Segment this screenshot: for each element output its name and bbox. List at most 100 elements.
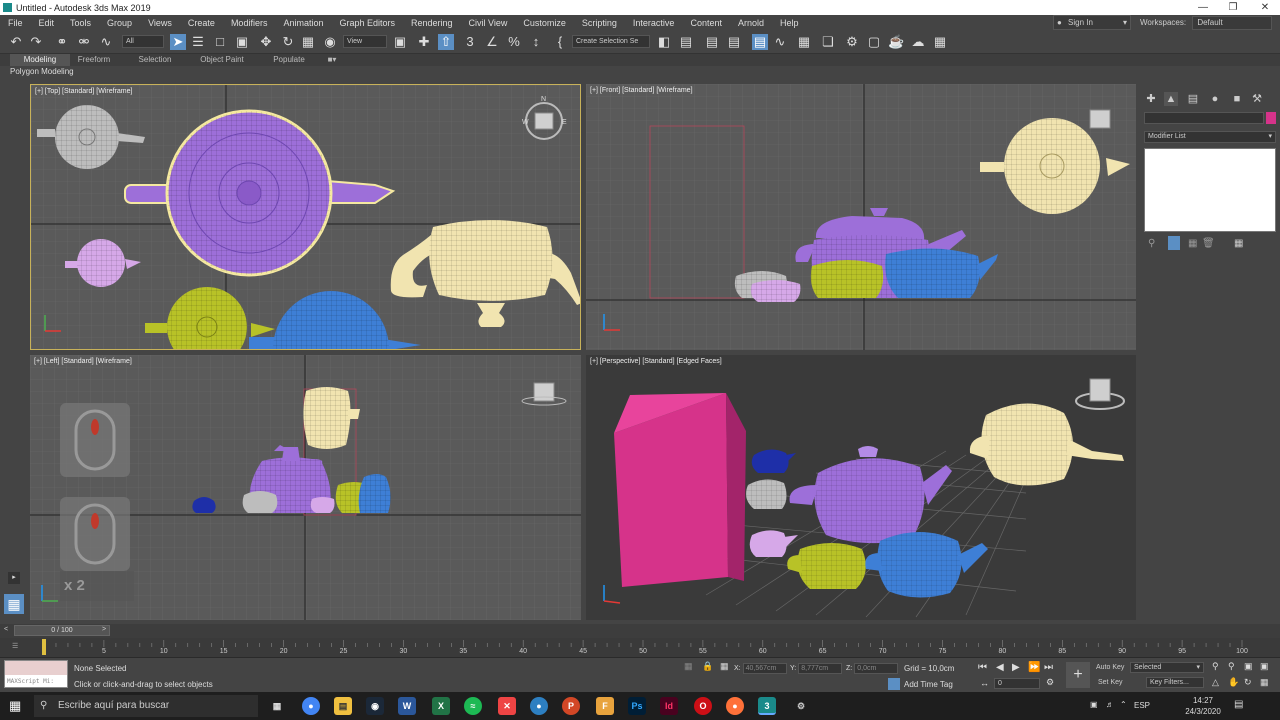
task-view-icon[interactable]: ▦ [268, 697, 286, 715]
tab-object-paint[interactable]: Object Paint [192, 54, 252, 66]
expand-arrow-icon[interactable]: ▸ [8, 572, 20, 584]
next-arrow-icon[interactable]: > [102, 626, 106, 633]
pan-view-icon[interactable]: ✋ [1228, 677, 1239, 688]
tab-modeling[interactable]: Modeling [10, 54, 70, 66]
configure-modifier-sets-icon[interactable]: ▦ [1234, 238, 1243, 249]
chrome-icon[interactable]: ● [302, 697, 320, 715]
play-icon[interactable]: ▶ [1012, 662, 1020, 673]
select-object-icon[interactable]: ➤ [170, 34, 186, 50]
opera-icon[interactable]: O [694, 697, 712, 715]
show-end-result-icon[interactable] [1168, 236, 1180, 250]
render-setup-icon[interactable]: ⚙ [844, 34, 860, 50]
rectangular-selection-icon[interactable]: □ [212, 34, 228, 50]
mirror-icon[interactable]: ◧ [656, 34, 672, 50]
tray-up-arrow-icon[interactable]: ⌃ [1120, 700, 1127, 709]
viewcube-icon[interactable] [1089, 109, 1111, 129]
settings-icon[interactable]: ⚙ [792, 697, 810, 715]
maximize-viewport-icon[interactable]: ▦ [1260, 677, 1269, 688]
menu-group[interactable]: Group [99, 18, 140, 28]
field-of-view-icon[interactable]: △ [1212, 677, 1219, 688]
link-icon[interactable]: ⚭ [54, 34, 70, 50]
render-production-icon[interactable]: ☕ [888, 34, 904, 50]
teapot-yellow-front[interactable] [810, 260, 884, 298]
teapot-grey-persp[interactable] [746, 479, 787, 509]
undo-icon[interactable]: ↶ [8, 34, 24, 50]
steam-icon[interactable]: ◉ [366, 697, 384, 715]
time-configuration-icon[interactable]: ⚙ [1046, 677, 1054, 688]
named-selection-set-dropdown[interactable]: Create Selection Se [572, 35, 650, 48]
modify-tab-icon[interactable]: ▲ [1164, 92, 1178, 106]
key-target-dropdown[interactable]: Selected ▾ [1130, 662, 1204, 673]
select-by-name-icon[interactable]: ☰ [190, 34, 206, 50]
viewport-top-label[interactable]: [+] [Top] [Standard] [Wireframe] [35, 88, 132, 95]
percent-snap-icon[interactable]: % [506, 34, 522, 50]
viewport-top[interactable]: [+] [Top] [Standard] [Wireframe] W E N [30, 84, 581, 350]
go-to-start-icon[interactable]: ⏮ [978, 662, 987, 673]
workspaces-dropdown[interactable]: Default [1192, 16, 1273, 30]
menu-help[interactable]: Help [772, 18, 807, 28]
prev-arrow-icon[interactable]: < [4, 626, 8, 633]
spotify-icon[interactable]: ≈ [464, 697, 482, 715]
excel-icon[interactable]: X [432, 697, 450, 715]
menu-views[interactable]: Views [140, 18, 180, 28]
viewport-left[interactable]: [+] [Left] [Standard] [Wireframe] x 2 [30, 355, 581, 620]
material-editor-icon[interactable]: ❏ [820, 34, 836, 50]
viewport-perspective[interactable]: [+] [Perspective] [Standard] [Edged Face… [586, 355, 1136, 620]
tab-selection[interactable]: Selection [130, 54, 180, 66]
snaps-toggle-icon[interactable]: 3 [462, 34, 478, 50]
menu-graph-editors[interactable]: Graph Editors [331, 18, 403, 28]
z-field[interactable]: 0,0cm [854, 663, 899, 674]
close-button[interactable]: ✕ [1250, 0, 1280, 15]
move-icon[interactable]: ✥ [258, 34, 274, 50]
display-tab-icon[interactable]: ■ [1230, 92, 1244, 106]
utilities-tab-icon[interactable]: ⚒ [1250, 92, 1264, 106]
windows-start-icon[interactable]: ▦ [9, 699, 23, 713]
teapot-grey-left[interactable] [242, 491, 278, 513]
time-tag-icon[interactable] [888, 678, 900, 690]
menu-rendering[interactable]: Rendering [403, 18, 461, 28]
viewport-front-label[interactable]: [+] [Front] [Standard] [Wireframe] [590, 87, 693, 94]
toggle-ribbon-icon[interactable]: ▤ [752, 34, 768, 50]
time-slider[interactable]: 0 / 100 [14, 625, 110, 636]
current-frame-marker[interactable] [42, 639, 46, 655]
modifier-list-dropdown[interactable]: Modifier List ▾ [1144, 131, 1276, 143]
xmind-icon[interactable]: ✕ [498, 697, 516, 715]
taskbar-clock[interactable]: 14:27 24/3/2020 [1179, 695, 1227, 717]
rotate-icon[interactable]: ↻ [280, 34, 296, 50]
teapot-navy-persp[interactable] [751, 449, 796, 473]
zoom-all-icon[interactable]: ⚲ [1228, 661, 1235, 672]
tab-freeform[interactable]: Freeform [70, 54, 118, 66]
render-shortcuts-icon[interactable]: ▦ [932, 34, 948, 50]
select-manipulate-icon[interactable]: ✚ [416, 34, 432, 50]
add-time-tag[interactable]: Add Time Tag [904, 680, 953, 689]
bind-space-warp-icon[interactable]: ∿ [98, 34, 114, 50]
track-bar-options-icon[interactable]: ☰ [12, 642, 18, 650]
sign-in-dropdown[interactable]: ● Sign In ▾ [1053, 15, 1131, 30]
ribbon-options-icon[interactable]: ■▾ [322, 54, 342, 66]
zoom-icon[interactable]: ⚲ [1212, 661, 1219, 672]
word-icon[interactable]: W [398, 697, 416, 715]
notifications-icon[interactable]: ▤ [1234, 699, 1243, 710]
teapot-yellow-persp[interactable] [787, 543, 866, 589]
teapot-lilac-front[interactable] [750, 280, 801, 302]
set-key-big-button[interactable]: + [1066, 662, 1090, 688]
hierarchy-tab-icon[interactable]: ▤ [1186, 92, 1200, 106]
create-tab-icon[interactable]: ✚ [1144, 92, 1158, 106]
angle-snap-icon[interactable]: ∠ [484, 34, 500, 50]
next-frame-icon[interactable]: ⏩ [1028, 662, 1040, 673]
menu-edit[interactable]: Edit [31, 18, 63, 28]
key-mode-icon[interactable]: ↔ [980, 678, 989, 688]
indesign-icon[interactable]: Id [660, 697, 678, 715]
volume-icon[interactable]: ♬ [1106, 700, 1114, 709]
go-to-end-icon[interactable]: ⏭ [1044, 662, 1053, 673]
y-field[interactable]: 8,777cm [798, 663, 843, 674]
placement-icon[interactable]: ◉ [322, 34, 338, 50]
file-explorer-icon[interactable]: ▤ [334, 697, 352, 715]
polygon-modeling-label[interactable]: Polygon Modeling [10, 67, 74, 76]
redo-icon[interactable]: ↷ [28, 34, 44, 50]
menu-file[interactable]: File [0, 18, 31, 28]
teapot-lilac-persp[interactable] [749, 530, 798, 557]
viewport-left-label[interactable]: [+] [Left] [Standard] [Wireframe] [34, 358, 132, 365]
absolute-mode-icon[interactable]: ▦ [720, 661, 729, 672]
viewport-front[interactable]: [+] [Front] [Standard] [Wireframe] [586, 84, 1136, 350]
